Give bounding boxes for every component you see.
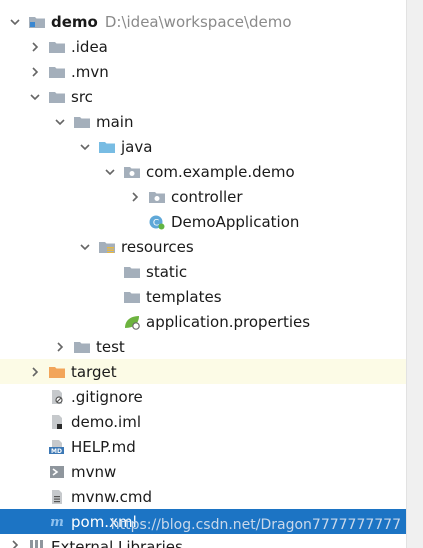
tree-row-application-properties[interactable]: application.properties	[0, 309, 423, 334]
tree-item-label: mvnw	[71, 462, 117, 481]
svg-text:C: C	[153, 218, 159, 228]
chevron-down-icon[interactable]	[78, 240, 92, 254]
chevron-right-icon[interactable]	[53, 340, 67, 354]
svg-text:MD: MD	[51, 448, 62, 455]
tree-item-label: main	[96, 112, 134, 131]
source-folder-icon	[98, 139, 116, 155]
tree-item-label: static	[146, 262, 188, 281]
tree-row-external-libraries[interactable]: External Libraries	[0, 538, 415, 548]
libraries-icon	[28, 538, 46, 548]
tree-item-label: .gitignore	[71, 387, 143, 406]
chevron-right-icon[interactable]	[28, 65, 42, 79]
tree-item-label: src	[71, 87, 93, 106]
chevron-right-icon[interactable]	[28, 365, 42, 379]
tree-item-label: External Libraries	[51, 538, 183, 548]
tree-row-demoapplication[interactable]: C DemoApplication	[0, 209, 423, 234]
tree-item-label: demo.iml	[71, 412, 141, 431]
tree-row-mvnw-cmd[interactable]: mvnw.cmd	[0, 484, 423, 509]
folder-icon	[48, 64, 66, 80]
tree-item-label: DemoApplication	[171, 212, 300, 231]
tree-item-label: templates	[146, 287, 222, 306]
package-icon	[148, 189, 166, 205]
tree-item-label: application.properties	[146, 312, 311, 331]
folder-icon	[73, 339, 91, 355]
tree-row-package[interactable]: com.example.demo	[0, 159, 423, 184]
chevron-down-icon[interactable]	[78, 140, 92, 154]
module-folder-icon	[28, 14, 46, 30]
svg-text:m: m	[50, 515, 64, 530]
folder-icon	[48, 89, 66, 105]
tree-item-label: controller	[171, 187, 243, 206]
tree-row-gitignore[interactable]: .gitignore	[0, 384, 423, 409]
tree-row-controller[interactable]: controller	[0, 184, 423, 209]
tree-item-label: .mvn	[71, 62, 109, 81]
tree-item-label: HELP.md	[71, 437, 136, 456]
chevron-down-icon[interactable]	[28, 90, 42, 104]
tree-item-label: com.example.demo	[146, 162, 295, 181]
chevron-down-icon[interactable]	[103, 165, 117, 179]
tree-row-main[interactable]: main	[0, 109, 423, 134]
chevron-right-icon[interactable]	[128, 190, 142, 204]
tree-row-demo-iml[interactable]: demo.iml	[0, 409, 423, 434]
folder-icon	[123, 289, 141, 305]
iml-file-icon	[48, 414, 66, 430]
chevron-down-icon[interactable]	[53, 115, 67, 129]
folder-icon	[73, 114, 91, 130]
root-path: D:\idea\workspace\demo	[104, 12, 292, 31]
resources-folder-icon	[98, 239, 116, 255]
project-tree-panel: { "tree": { "root": { "label": "demo", "…	[0, 0, 423, 548]
chevron-right-icon[interactable]	[8, 538, 22, 548]
tree-row-demo[interactable]: demo D:\idea\workspace\demo	[0, 9, 415, 34]
tree-row-mvn[interactable]: .mvn	[0, 59, 423, 84]
tree-row-target[interactable]: target	[0, 359, 423, 384]
tree-item-label: test	[96, 337, 125, 356]
folder-icon	[123, 264, 141, 280]
folder-icon	[48, 39, 66, 55]
tree-row-idea[interactable]: .idea	[0, 34, 423, 59]
chevron-down-icon[interactable]	[8, 15, 22, 29]
package-icon	[123, 164, 141, 180]
tree-row-pom-xml[interactable]: m pom.xml	[0, 509, 423, 534]
spring-properties-icon	[123, 314, 141, 330]
chevron-right-icon[interactable]	[28, 40, 42, 54]
tree-row-java[interactable]: java	[0, 134, 423, 159]
shell-script-icon	[48, 464, 66, 480]
tree-item-label: mvnw.cmd	[71, 487, 153, 506]
root-label: demo	[51, 12, 98, 31]
tree-row-test[interactable]: test	[0, 334, 423, 359]
tree-row-templates[interactable]: templates	[0, 284, 423, 309]
tree-item-label: java	[121, 137, 153, 156]
maven-pom-icon: m	[48, 514, 66, 530]
markdown-file-icon: MD	[48, 439, 66, 455]
excluded-folder-icon	[48, 364, 66, 380]
tree-item-label: .idea	[71, 37, 108, 56]
tree-row-src[interactable]: src	[0, 84, 423, 109]
tree-row-resources[interactable]: resources	[0, 234, 423, 259]
vertical-scrollbar[interactable]	[406, 0, 423, 548]
tree-row-mvnw[interactable]: mvnw	[0, 459, 423, 484]
tree-row-help-md[interactable]: MD HELP.md	[0, 434, 423, 459]
text-file-icon	[48, 489, 66, 505]
gitignore-file-icon	[48, 389, 66, 405]
java-class-icon: C	[148, 214, 166, 230]
tree-item-label: resources	[121, 237, 194, 256]
tree-row-static[interactable]: static	[0, 259, 423, 284]
tree-item-label: target	[71, 362, 117, 381]
tree-item-label: pom.xml	[71, 512, 137, 531]
